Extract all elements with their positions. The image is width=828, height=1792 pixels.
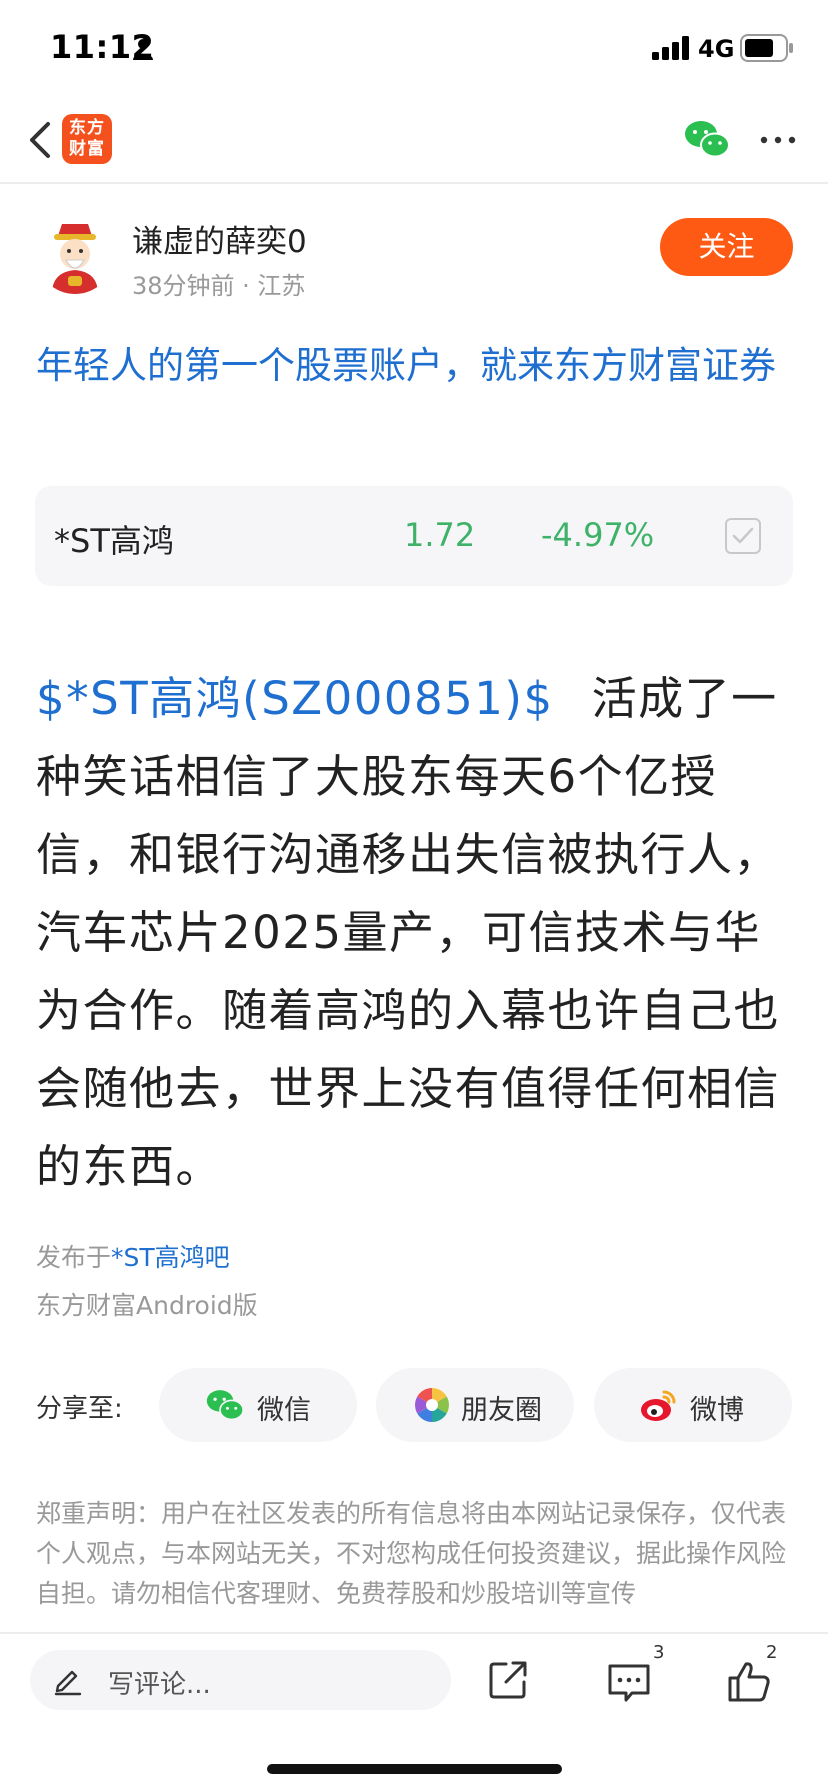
ad-headline-link[interactable]: 年轻人的第一个股票账户，就来东方财富证券 [36, 338, 796, 394]
comment-count: 3 [653, 1642, 665, 1663]
person-icon [133, 39, 153, 60]
share-wechat-button[interactable]: 微信 [159, 1368, 357, 1442]
source-line: 发布于*ST高鸿吧 [36, 1238, 230, 1274]
signal-icon [652, 36, 689, 60]
stock-bar-link[interactable]: *ST高鸿吧 [111, 1243, 230, 1272]
author-name[interactable]: 谦虚的薛奕0 [132, 216, 307, 261]
like-count: 2 [766, 1642, 778, 1663]
home-indicator [267, 1764, 562, 1774]
thumbs-up-icon[interactable] [726, 1658, 772, 1704]
battery-icon [740, 34, 793, 62]
moments-icon [415, 1388, 449, 1422]
post-meta: 38分钟前 · 江苏 [132, 272, 306, 300]
share-weibo-button[interactable]: 微博 [594, 1368, 792, 1442]
more-icon[interactable] [758, 128, 798, 152]
stock-card[interactable]: *ST高鸿 1.72 -4.97% [35, 486, 793, 586]
nav-bar: 东方 财富 [0, 96, 828, 184]
check-icon [732, 527, 754, 544]
watchlist-checkbox[interactable] [725, 518, 761, 554]
post-body: $*ST高鸿(SZ000851)$ 活成了一种笑话相信了大股东每天6个亿授信，和银… [36, 660, 796, 1206]
share-wechat-label: 微信 [257, 1395, 311, 1426]
avatar[interactable] [36, 216, 114, 294]
status-bar: 11:12 4G [0, 0, 828, 96]
eastmoney-logo: 东方 财富 [62, 114, 112, 164]
stock-price: 1.72 [404, 516, 476, 554]
client-version: 东方财富Android版 [36, 1291, 258, 1320]
stock-name: *ST高鸿 [54, 522, 174, 560]
share-weibo-label: 微博 [690, 1395, 744, 1426]
logo-line-1: 东方 [69, 118, 105, 138]
network-label: 4G [698, 35, 735, 63]
back-icon[interactable] [22, 116, 62, 164]
logo-line-2: 财富 [69, 139, 105, 159]
fortune-god-avatar-icon [36, 216, 114, 294]
share-label: 分享至: [36, 1394, 123, 1424]
share-moments-button[interactable]: 朋友圈 [376, 1368, 574, 1442]
wechat-icon[interactable] [684, 118, 730, 160]
follow-button[interactable]: 关注 [660, 218, 793, 276]
post-text: 活成了一种笑话相信了大股东每天6个亿授信，和银行沟通移出失信被执行人，汽车芯片2… [36, 672, 781, 1193]
share-out-icon[interactable] [486, 1658, 530, 1702]
source-prefix: 发布于 [36, 1243, 112, 1272]
comment-placeholder: 写评论... [108, 1670, 211, 1700]
comment-icon[interactable] [606, 1662, 652, 1704]
pencil-icon [54, 1670, 82, 1696]
weibo-icon [641, 1390, 676, 1421]
disclaimer: 郑重声明：用户在社区发表的所有信息将由本网站记录保存，仅代表个人观点，与本网站无… [36, 1499, 787, 1608]
stock-mention-link[interactable]: $*ST高鸿(SZ000851)$ [36, 672, 554, 725]
stock-change: -4.97% [541, 516, 655, 554]
comment-input[interactable]: 写评论... [30, 1650, 451, 1710]
wechat-icon [206, 1390, 244, 1421]
share-moments-label: 朋友圈 [461, 1395, 542, 1426]
